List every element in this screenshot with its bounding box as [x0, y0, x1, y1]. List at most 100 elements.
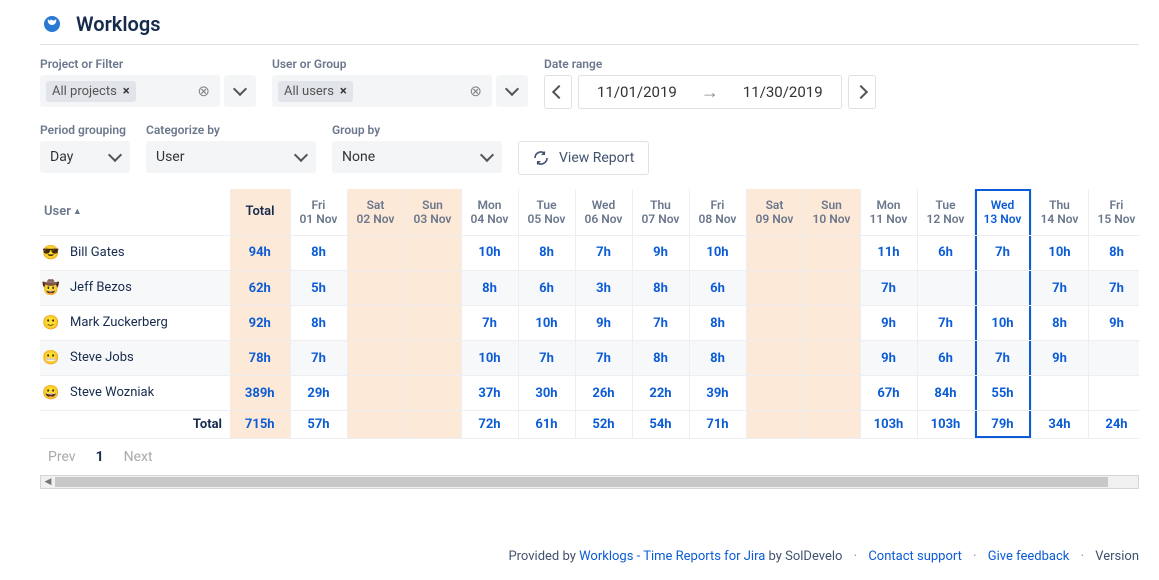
row-total[interactable]: 78h	[230, 341, 290, 376]
hours-cell[interactable]: 8h	[290, 235, 347, 271]
project-filter-chipbox[interactable]: All projects × ⊗	[40, 75, 220, 107]
hours-cell[interactable]: 7h	[860, 271, 917, 306]
footer-feedback-link[interactable]: Give feedback	[988, 549, 1070, 564]
grand-total[interactable]: 715h	[230, 411, 290, 439]
pager-prev[interactable]: Prev	[48, 449, 76, 465]
user-cell[interactable]: 😎Bill Gates	[40, 236, 230, 271]
day-column-header[interactable]: Thu07 Nov	[632, 189, 689, 235]
period-select[interactable]: Day	[40, 141, 130, 173]
hours-cell[interactable]: 6h	[917, 341, 974, 376]
total-hours-cell[interactable]: 57h	[290, 411, 347, 439]
day-column-header[interactable]: Tue05 Nov	[518, 189, 575, 235]
hours-cell[interactable]: 6h	[917, 235, 974, 271]
hours-cell[interactable]: 8h	[461, 271, 518, 306]
day-column-header[interactable]: Mon11 Nov	[860, 189, 917, 235]
clear-icon[interactable]: ⊗	[465, 82, 486, 100]
scrollbar-thumb[interactable]	[55, 477, 1108, 487]
total-hours-cell[interactable]: 79h	[974, 411, 1031, 439]
day-column-header[interactable]: Wed13 Nov	[974, 189, 1031, 235]
day-column-header[interactable]: Wed06 Nov	[575, 189, 632, 235]
hours-cell[interactable]: 26h	[575, 376, 632, 411]
total-hours-cell[interactable]: 54h	[632, 411, 689, 439]
hours-cell[interactable]: 8h	[290, 306, 347, 341]
hours-cell[interactable]: 10h	[1031, 235, 1088, 271]
view-report-button[interactable]: View Report	[518, 141, 649, 175]
hours-cell[interactable]: 9h	[860, 306, 917, 341]
hours-cell[interactable]: 8h	[1088, 235, 1139, 271]
hours-cell[interactable]: 7h	[575, 235, 632, 271]
user-cell[interactable]: 🙂Mark Zuckerberg	[40, 306, 230, 341]
total-column-header[interactable]: Total	[230, 189, 290, 235]
hours-cell[interactable]: 9h	[632, 235, 689, 271]
hours-cell[interactable]: 8h	[689, 306, 746, 341]
hours-cell[interactable]: 30h	[518, 376, 575, 411]
hours-cell[interactable]: 8h	[518, 235, 575, 271]
hours-cell[interactable]: 10h	[518, 306, 575, 341]
hours-cell[interactable]: 37h	[461, 376, 518, 411]
day-column-header[interactable]: Sat09 Nov	[746, 189, 803, 235]
day-column-header[interactable]: Sun10 Nov	[803, 189, 860, 235]
row-total[interactable]: 62h	[230, 271, 290, 306]
hours-cell[interactable]: 7h	[974, 341, 1031, 376]
hours-cell[interactable]: 84h	[917, 376, 974, 411]
total-hours-cell[interactable]: 52h	[575, 411, 632, 439]
hours-cell[interactable]: 8h	[1031, 306, 1088, 341]
footer-app-link[interactable]: Worklogs - Time Reports for Jira	[579, 549, 765, 564]
hours-cell[interactable]: 10h	[461, 235, 518, 271]
hours-cell[interactable]: 7h	[1088, 271, 1139, 306]
hours-cell[interactable]: 7h	[461, 306, 518, 341]
hours-cell[interactable]: 6h	[518, 271, 575, 306]
total-hours-cell[interactable]: 24h	[1088, 411, 1139, 439]
hours-cell[interactable]: 3h	[575, 271, 632, 306]
hours-cell[interactable]: 11h	[860, 235, 917, 271]
row-total[interactable]: 94h	[230, 235, 290, 271]
row-total[interactable]: 92h	[230, 306, 290, 341]
user-filter-chipbox[interactable]: All users × ⊗	[272, 75, 492, 107]
hours-cell[interactable]: 55h	[974, 376, 1031, 411]
day-column-header[interactable]: Fri01 Nov	[290, 189, 347, 235]
day-column-header[interactable]: Sun03 Nov	[404, 189, 461, 235]
hours-cell[interactable]: 7h	[917, 306, 974, 341]
close-icon[interactable]: ×	[123, 84, 130, 99]
hours-cell[interactable]: 67h	[860, 376, 917, 411]
hours-cell[interactable]: 22h	[632, 376, 689, 411]
hours-cell[interactable]: 5h	[290, 271, 347, 306]
hours-cell[interactable]: 7h	[632, 306, 689, 341]
total-hours-cell[interactable]: 34h	[1031, 411, 1088, 439]
day-column-header[interactable]: Fri15 Nov	[1088, 189, 1139, 235]
categorize-select[interactable]: User	[146, 141, 316, 173]
day-column-header[interactable]: Thu14 Nov	[1031, 189, 1088, 235]
total-hours-cell[interactable]: 71h	[689, 411, 746, 439]
hours-cell[interactable]: 9h	[860, 341, 917, 376]
date-prev-button[interactable]	[544, 75, 572, 109]
horizontal-scrollbar[interactable]: ◀	[40, 475, 1139, 489]
close-icon[interactable]: ×	[340, 84, 347, 99]
user-cell[interactable]: 😀Steve Wozniak	[40, 376, 230, 411]
date-next-button[interactable]	[848, 75, 876, 109]
hours-cell[interactable]: 7h	[1031, 271, 1088, 306]
date-range-box[interactable]: 11/01/2019 → 11/30/2019	[578, 75, 842, 109]
day-column-header[interactable]: Fri08 Nov	[689, 189, 746, 235]
footer-support-link[interactable]: Contact support	[868, 549, 962, 564]
row-total[interactable]: 389h	[230, 376, 290, 411]
hours-cell[interactable]: 9h	[1031, 341, 1088, 376]
user-column-header[interactable]: User▲	[40, 189, 230, 235]
hours-cell[interactable]: 29h	[290, 376, 347, 411]
hours-cell[interactable]: 7h	[974, 235, 1031, 271]
hours-cell[interactable]: 8h	[632, 271, 689, 306]
hours-cell[interactable]: 8h	[632, 341, 689, 376]
clear-icon[interactable]: ⊗	[193, 82, 214, 100]
total-hours-cell[interactable]: 103h	[860, 411, 917, 439]
total-hours-cell[interactable]: 61h	[518, 411, 575, 439]
total-hours-cell[interactable]: 103h	[917, 411, 974, 439]
day-column-header[interactable]: Sat02 Nov	[347, 189, 404, 235]
hours-cell[interactable]: 7h	[575, 341, 632, 376]
hours-cell[interactable]: 9h	[1088, 306, 1139, 341]
scroll-left-icon[interactable]: ◀	[41, 476, 55, 488]
pager-next[interactable]: Next	[124, 449, 153, 465]
user-dropdown-button[interactable]	[496, 75, 528, 107]
project-dropdown-button[interactable]	[224, 75, 256, 107]
hours-cell[interactable]: 8h	[689, 341, 746, 376]
day-column-header[interactable]: Mon04 Nov	[461, 189, 518, 235]
hours-cell[interactable]: 10h	[689, 235, 746, 271]
